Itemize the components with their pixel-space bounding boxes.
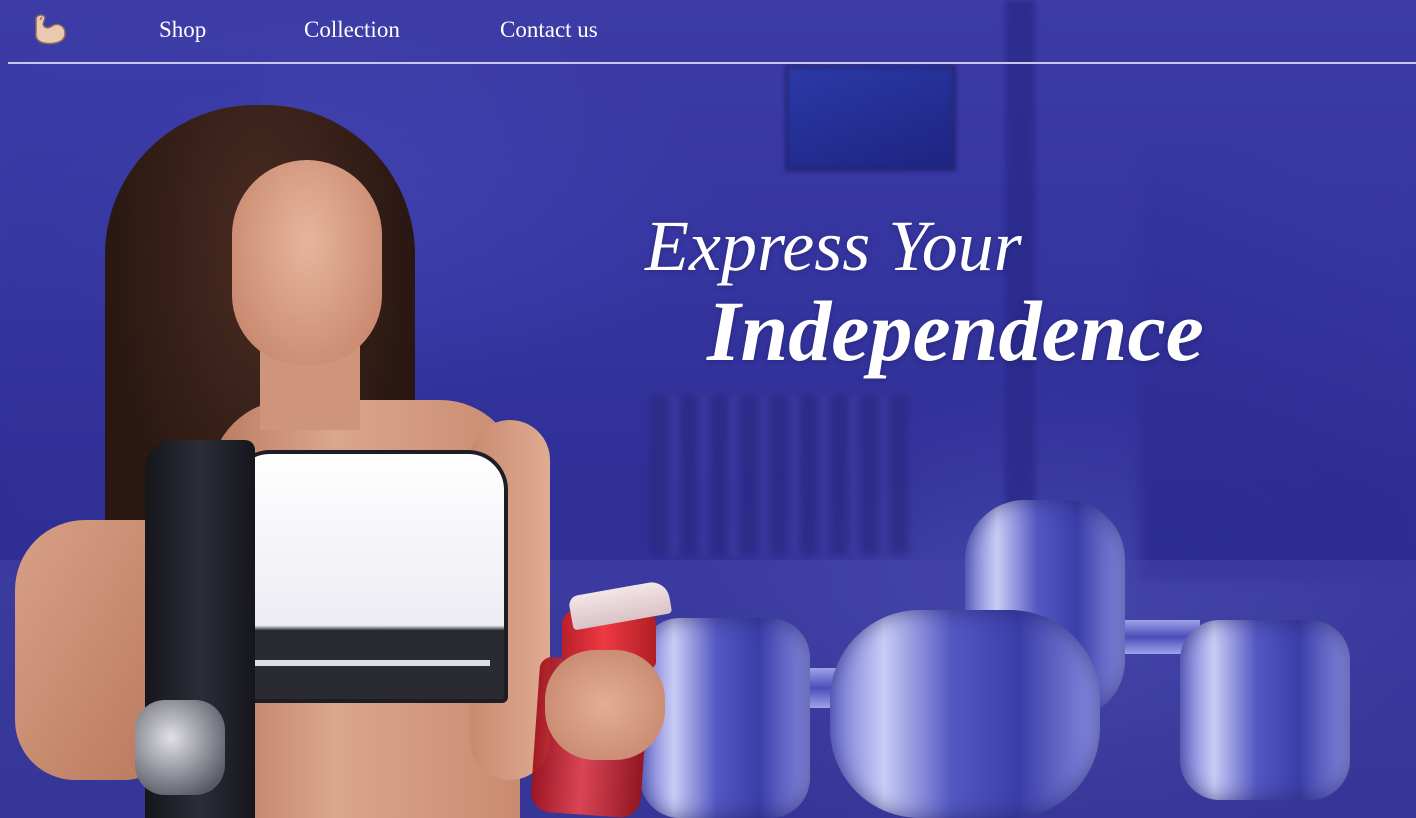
hero-section: Express Your Independence [0,0,1416,818]
workout-glove [135,700,225,795]
sports-bra-stripe [240,660,490,666]
top-navbar: Shop Collection Contact us [8,0,1416,64]
flexed-bicep-icon[interactable] [30,8,70,48]
dumbbell-rack [650,395,910,555]
nav-link-shop[interactable]: Shop [159,17,206,43]
model-hand-right [545,650,665,760]
wall-tv [785,65,956,171]
headline-line-1: Express Your [645,206,1022,286]
headline-line-2: Independence [707,283,1204,379]
nav-link-collection[interactable]: Collection [304,17,400,43]
nav-link-contact-us[interactable]: Contact us [500,17,598,43]
model-face [232,160,382,365]
